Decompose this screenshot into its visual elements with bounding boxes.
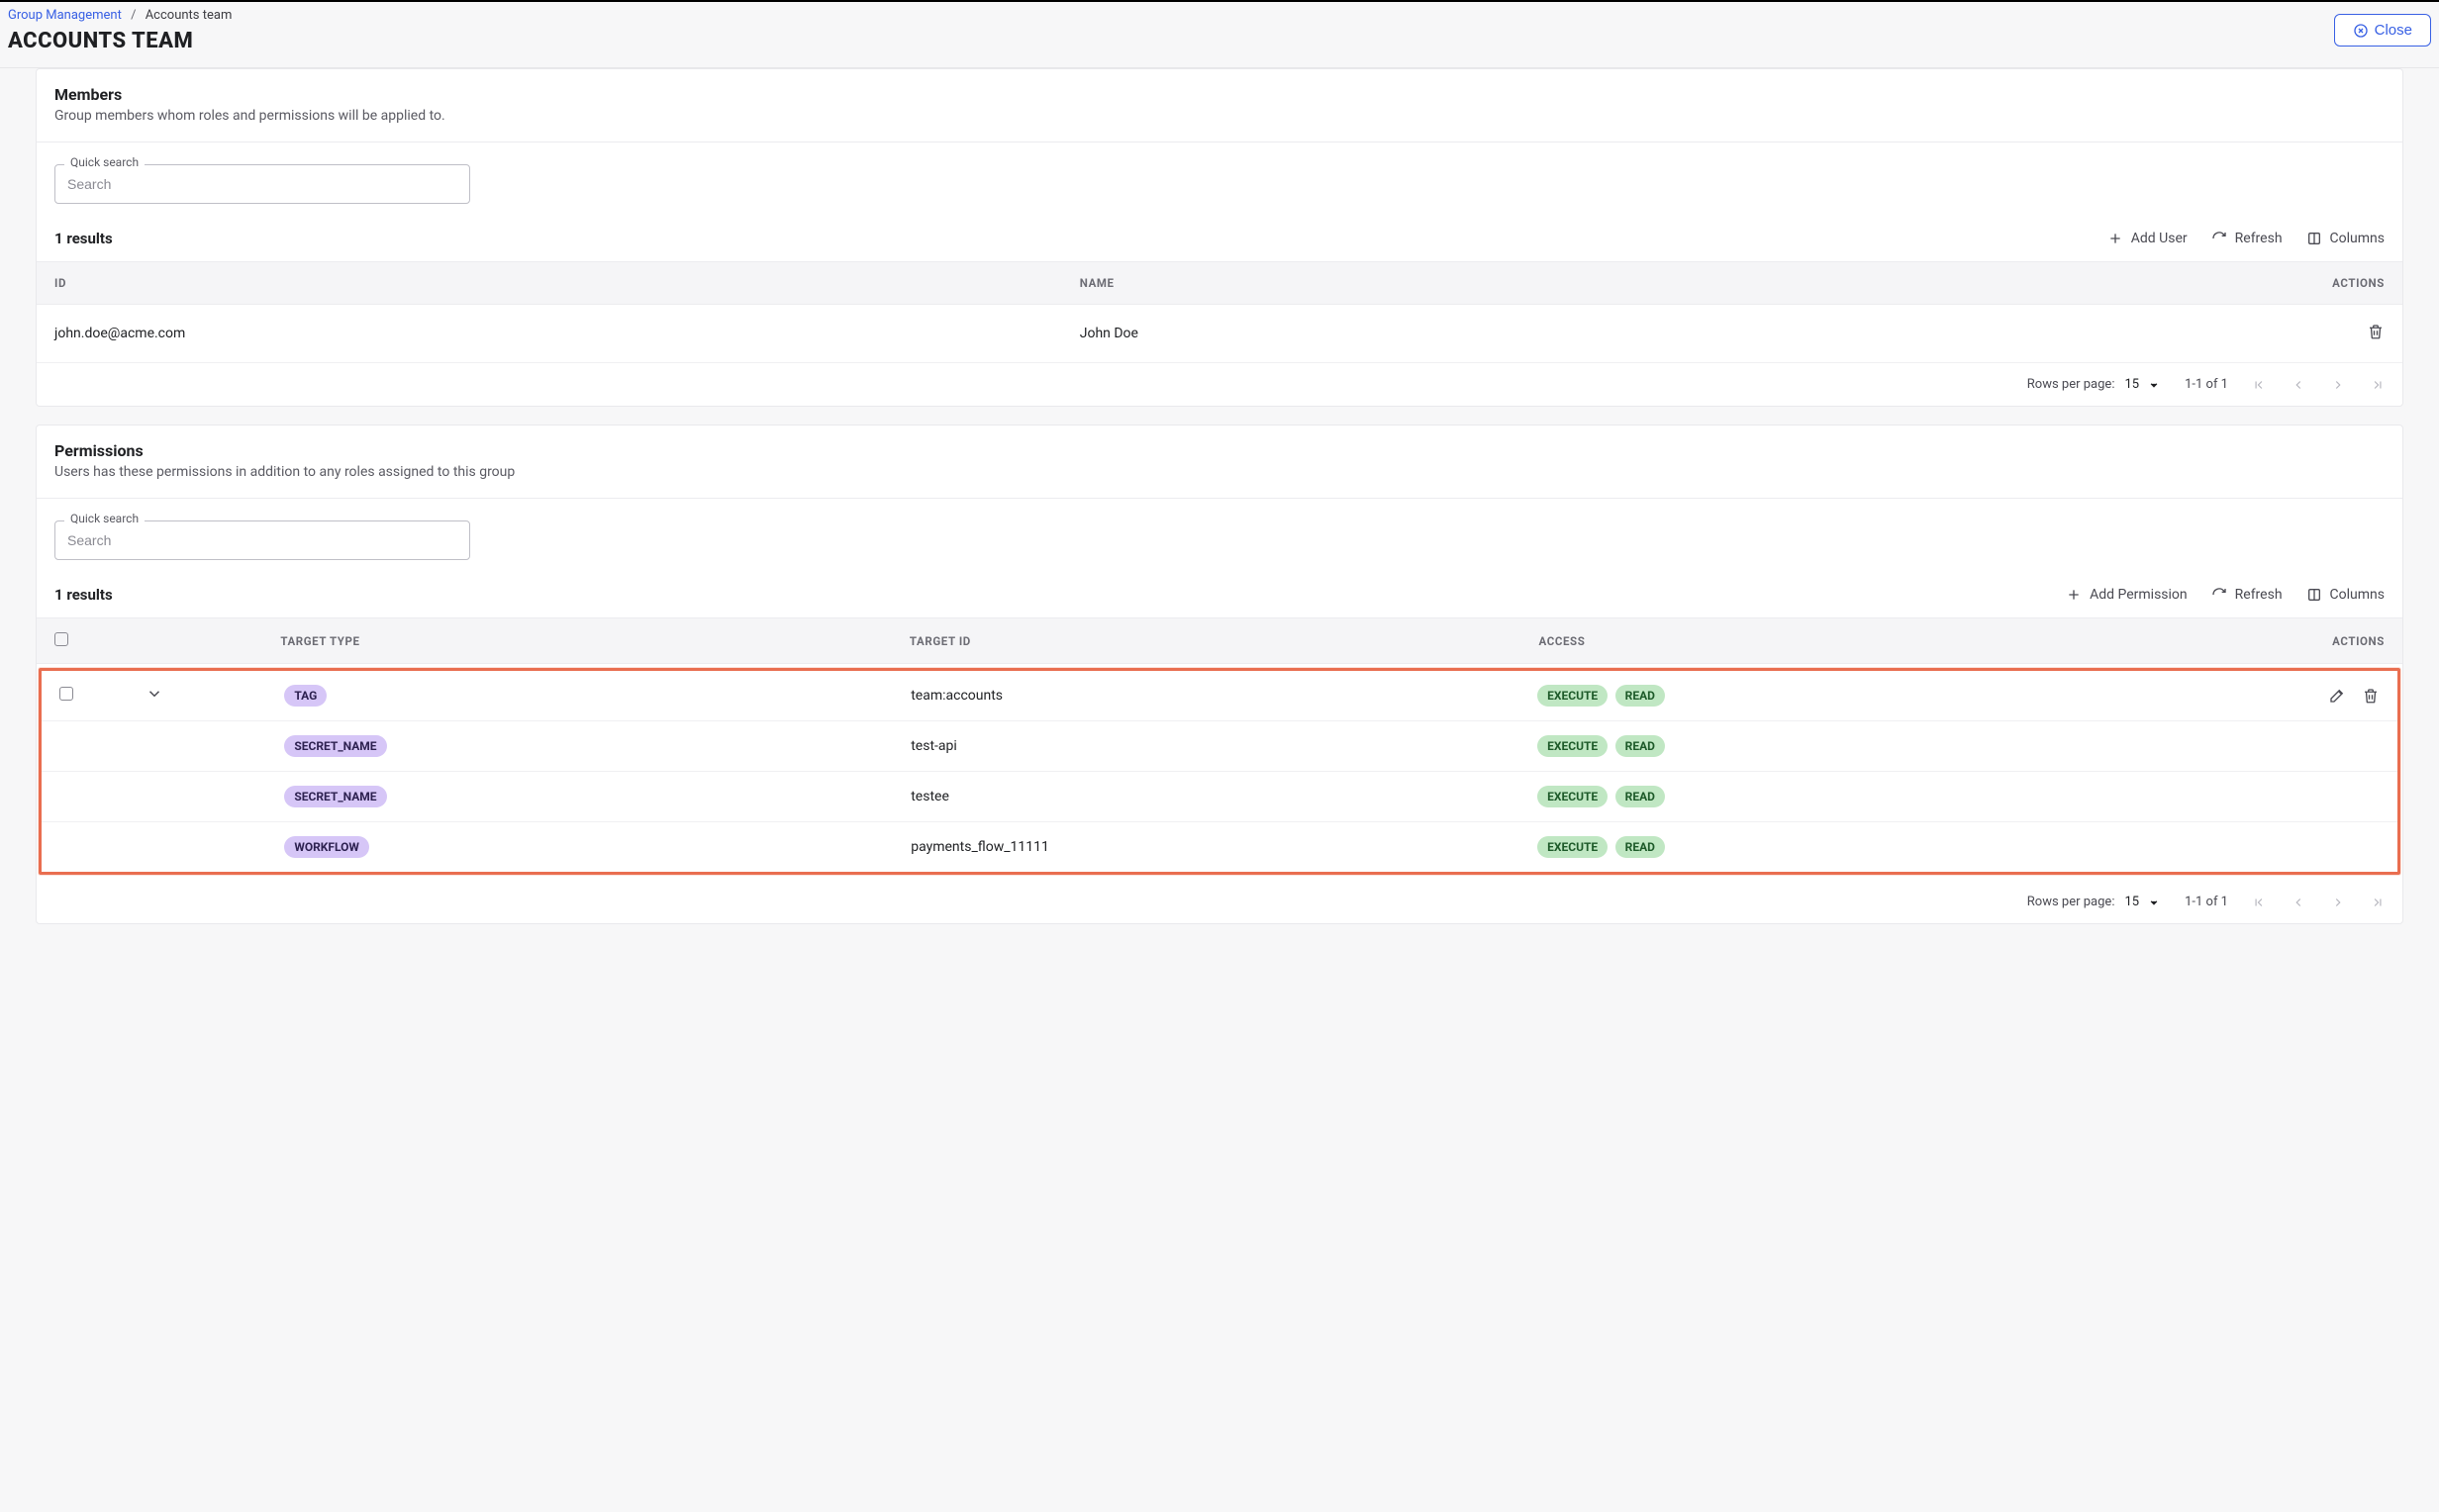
expand-row-button[interactable] [146, 685, 285, 707]
permissions-refresh-button[interactable]: Refresh [2211, 587, 2283, 603]
permissions-th-access: ACCESS [1538, 634, 2197, 648]
permissions-select-all-checkbox[interactable] [54, 632, 68, 646]
close-button-label: Close [2375, 22, 2412, 39]
members-table-row: john.doe@acme.com John Doe [37, 305, 2402, 363]
permissions-refresh-label: Refresh [2235, 587, 2283, 603]
permissions-title: Permissions [54, 441, 2385, 460]
page-title: ACCOUNTS TEAM [8, 29, 232, 53]
members-rpp-label: Rows per page: [2027, 377, 2115, 392]
permissions-rpp-label: Rows per page: [2027, 895, 2115, 909]
members-subtitle: Group members whom roles and permissions… [54, 108, 2385, 124]
permission-row: SECRET_NAME test-api EXECUTE READ [42, 721, 2397, 772]
permissions-card: Permissions Users has these permissions … [36, 425, 2403, 924]
target-type-badge: WORKFLOW [284, 836, 369, 858]
add-user-button[interactable]: Add User [2107, 231, 2188, 246]
members-th-name: NAME [1080, 276, 2105, 290]
members-th-actions: ACTIONS [2105, 276, 2385, 290]
delete-member-button[interactable] [2367, 323, 2385, 340]
members-rpp-select[interactable]: 15 [2124, 377, 2161, 392]
target-id: testee [911, 789, 1537, 804]
page-last-icon[interactable] [2371, 378, 2385, 392]
refresh-icon [2211, 587, 2227, 603]
plus-icon [2107, 231, 2123, 246]
add-user-label: Add User [2131, 231, 2188, 246]
permissions-pagination: Rows per page: 15 1-1 of 1 [37, 881, 2402, 923]
breadcrumb-current: Accounts team [146, 8, 233, 23]
add-permission-button[interactable]: Add Permission [2066, 587, 2188, 603]
page-first-icon[interactable] [2252, 896, 2266, 909]
permissions-th-target-type: TARGET TYPE [280, 634, 910, 648]
members-pagination: Rows per page: 15 1-1 of 1 [37, 363, 2402, 406]
members-rpp-value: 15 [2124, 377, 2139, 392]
breadcrumb-separator: / [131, 8, 136, 23]
page-prev-icon[interactable] [2292, 378, 2305, 392]
target-id: payments_flow_11111 [911, 839, 1537, 855]
page-first-icon[interactable] [2252, 378, 2266, 392]
members-refresh-button[interactable]: Refresh [2211, 231, 2283, 246]
members-card: Members Group members whom roles and per… [36, 68, 2403, 407]
access-badge: EXECUTE [1537, 786, 1608, 807]
caret-down-icon [2147, 896, 2161, 909]
members-search-input[interactable] [54, 164, 470, 204]
permissions-highlight-box: TAG team:accounts EXECUTE READ SECRET_NA… [39, 668, 2400, 875]
page-next-icon[interactable] [2331, 896, 2345, 909]
permissions-search-input[interactable] [54, 520, 470, 560]
permissions-columns-label: Columns [2330, 587, 2385, 603]
members-search-label: Quick search [64, 155, 145, 169]
target-type-badge: SECRET_NAME [284, 786, 386, 807]
add-permission-label: Add Permission [2090, 587, 2188, 603]
access-badge: EXECUTE [1537, 685, 1608, 707]
access-badge: READ [1615, 735, 1665, 757]
caret-down-icon [2147, 378, 2161, 392]
plus-icon [2066, 587, 2082, 603]
page-next-icon[interactable] [2331, 378, 2345, 392]
permissions-columns-button[interactable]: Columns [2306, 587, 2385, 603]
permissions-subtitle: Users has these permissions in addition … [54, 464, 2385, 480]
page-last-icon[interactable] [2371, 896, 2385, 909]
target-id: test-api [911, 738, 1537, 754]
columns-icon [2306, 231, 2322, 246]
access-badge: READ [1615, 685, 1665, 707]
permissions-th-target-id: TARGET ID [910, 634, 1539, 648]
members-page-range: 1-1 of 1 [2185, 377, 2228, 392]
close-icon [2353, 23, 2369, 39]
members-refresh-label: Refresh [2235, 231, 2283, 246]
page-prev-icon[interactable] [2292, 896, 2305, 909]
permissions-th-actions: ACTIONS [2198, 634, 2385, 648]
refresh-icon [2211, 231, 2227, 246]
members-results-count: 1 results [54, 230, 113, 247]
edit-permission-button[interactable] [2328, 687, 2346, 705]
permission-row: WORKFLOW payments_flow_11111 EXECUTE REA… [42, 822, 2397, 872]
permission-row: SECRET_NAME testee EXECUTE READ [42, 772, 2397, 822]
access-badge: EXECUTE [1537, 836, 1608, 858]
permissions-rpp-value: 15 [2124, 895, 2139, 909]
permission-row: TAG team:accounts EXECUTE READ [42, 671, 2397, 721]
permissions-results-count: 1 results [54, 586, 113, 604]
access-badge: READ [1615, 786, 1665, 807]
breadcrumb: Group Management / Accounts team [8, 6, 232, 27]
members-columns-label: Columns [2330, 231, 2385, 246]
permissions-page-range: 1-1 of 1 [2185, 895, 2228, 909]
columns-icon [2306, 587, 2322, 603]
close-button[interactable]: Close [2334, 14, 2431, 47]
members-title: Members [54, 85, 2385, 104]
breadcrumb-root-link[interactable]: Group Management [8, 8, 122, 23]
target-id: team:accounts [911, 688, 1537, 704]
permission-row-checkbox[interactable] [59, 687, 73, 701]
permissions-search-label: Quick search [64, 512, 145, 525]
member-id: john.doe@acme.com [54, 326, 1080, 341]
target-type-badge: TAG [284, 685, 327, 707]
members-columns-button[interactable]: Columns [2306, 231, 2385, 246]
member-name: John Doe [1080, 326, 2105, 341]
permissions-rpp-select[interactable]: 15 [2124, 895, 2161, 909]
members-th-id: ID [54, 276, 1080, 290]
target-type-badge: SECRET_NAME [284, 735, 386, 757]
access-badge: READ [1615, 836, 1665, 858]
access-badge: EXECUTE [1537, 735, 1608, 757]
delete-permission-button[interactable] [2362, 687, 2380, 705]
